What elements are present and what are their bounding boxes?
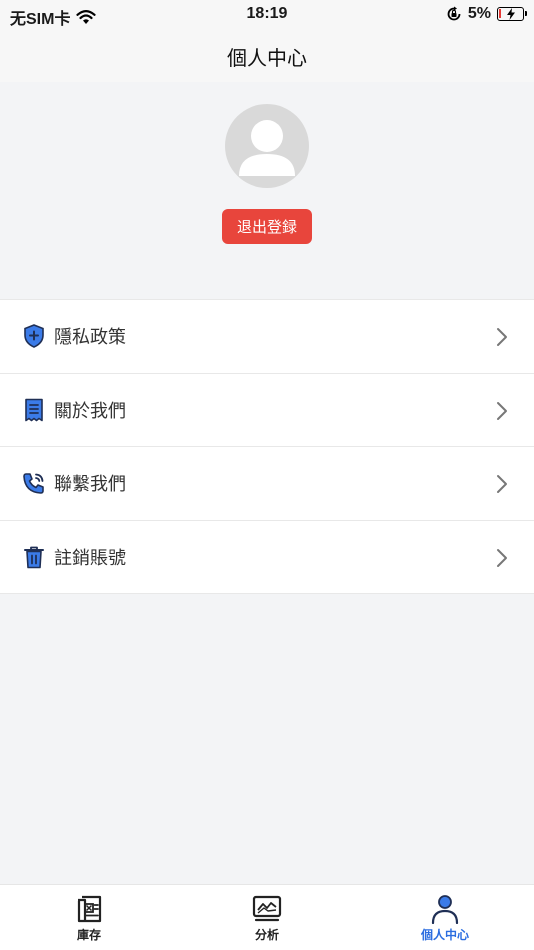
tab-profile[interactable]: 個人中心 <box>356 885 534 950</box>
default-avatar-icon <box>239 120 295 176</box>
settings-menu: 隱私政策 關於我們 聯繫我們 註銷賬號 <box>0 299 534 594</box>
menu-item-label: 隱私政策 <box>54 327 126 349</box>
menu-item-label: 聯繫我們 <box>54 474 126 496</box>
chevron-right-icon <box>497 548 507 567</box>
phone-call-icon <box>22 471 46 495</box>
chevron-right-icon <box>497 401 507 420</box>
orientation-lock-icon <box>447 6 461 21</box>
status-right: 5% <box>446 5 527 23</box>
analysis-icon <box>252 895 282 922</box>
avatar[interactable] <box>225 104 309 188</box>
tab-label: 分析 <box>254 928 279 942</box>
menu-item-label: 關於我們 <box>54 400 126 422</box>
tab-inventory[interactable]: 庫存 <box>0 885 178 950</box>
tab-label: 庫存 <box>76 928 101 942</box>
menu-item-contact-us[interactable]: 聯繫我們 <box>0 447 534 521</box>
chevron-right-icon <box>497 475 507 493</box>
receipt-icon <box>22 398 46 422</box>
logout-button[interactable]: 退出登録 <box>222 209 312 244</box>
status-bar: 无SIM卡 18:19 5% <box>0 0 534 30</box>
tab-label: 個人中心 <box>420 928 469 942</box>
menu-item-about-us[interactable]: 關於我們 <box>0 374 534 447</box>
trash-icon <box>22 545 46 569</box>
profile-section: 退出登録 <box>0 82 534 299</box>
inventory-icon <box>77 895 102 923</box>
menu-item-privacy-policy[interactable]: 隱私政策 <box>0 300 534 374</box>
tab-bar: 庫存 分析 個人中心 <box>0 884 534 950</box>
shield-plus-icon <box>22 324 46 349</box>
battery-icon <box>497 7 527 21</box>
battery-percent: 5% <box>467 5 491 22</box>
page-title: 個人中心 <box>227 45 307 70</box>
user-icon <box>431 895 459 924</box>
chevron-right-icon <box>497 328 507 346</box>
menu-item-delete-account[interactable]: 註銷賬號 <box>0 521 534 594</box>
navigation-bar: 個人中心 <box>0 30 534 82</box>
tab-analysis[interactable]: 分析 <box>178 885 356 950</box>
menu-item-label: 註銷賬號 <box>54 547 126 569</box>
